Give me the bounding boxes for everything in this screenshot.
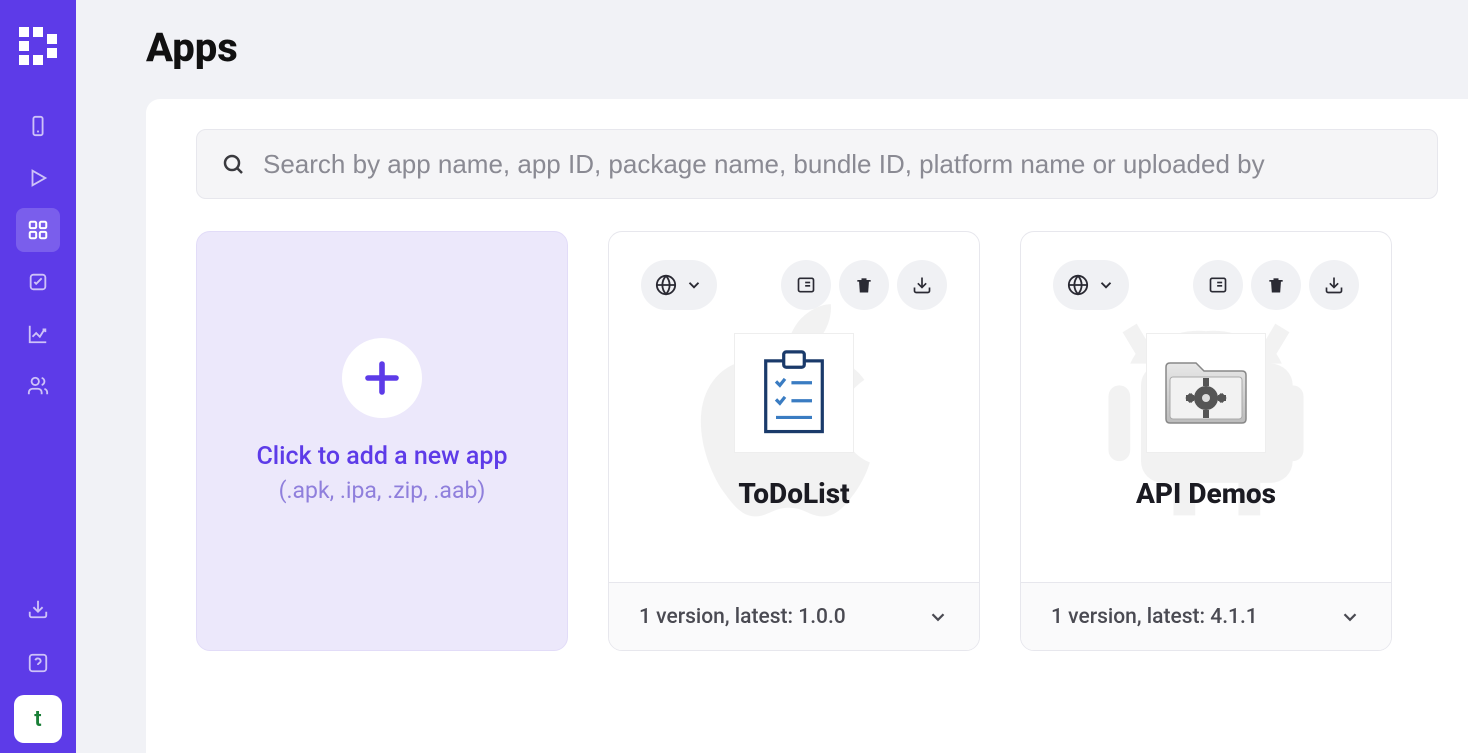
globe-icon (1067, 274, 1089, 296)
card-actions (1021, 260, 1391, 310)
nav-help[interactable] (16, 641, 60, 685)
phone-icon (27, 115, 49, 137)
bottom-nav: t (14, 587, 62, 743)
details-button[interactable] (781, 260, 831, 310)
delete-button[interactable] (839, 260, 889, 310)
globe-icon (655, 274, 677, 296)
nav-apps[interactable] (16, 208, 60, 252)
nav-items (16, 104, 60, 408)
chart-icon (27, 323, 49, 345)
version-footer[interactable]: 1 version, latest: 1.0.0 (609, 582, 979, 650)
visibility-button[interactable] (1053, 260, 1129, 310)
app-card-api-demos[interactable]: API Demos 1 version, latest: 4.1.1 (1020, 231, 1392, 651)
nav-downloads[interactable] (16, 587, 60, 631)
cards-grid: Click to add a new app (.apk, .ipa, .zip… (196, 231, 1438, 651)
plus-icon (358, 354, 406, 402)
download-button[interactable] (1309, 260, 1359, 310)
card-body: API Demos (1021, 232, 1391, 582)
logo[interactable] (16, 24, 60, 68)
version-text: 1 version, latest: 4.1.1 (1051, 605, 1258, 629)
details-button[interactable] (1193, 260, 1243, 310)
plus-circle (342, 338, 422, 418)
card-body: ToDoList (609, 232, 979, 582)
sidebar: t (0, 0, 76, 753)
list-icon (796, 275, 816, 295)
panel: Click to add a new app (.apk, .ipa, .zip… (146, 99, 1468, 753)
list-icon (1208, 275, 1228, 295)
search-bar[interactable] (196, 129, 1438, 199)
visibility-button[interactable] (641, 260, 717, 310)
nav-tests[interactable] (16, 260, 60, 304)
app-icon (734, 333, 854, 453)
grid-icon (27, 219, 49, 241)
users-icon (27, 375, 49, 397)
add-app-text: Click to add a new app (256, 442, 507, 471)
chevron-down-icon (927, 606, 949, 628)
chevron-down-icon (685, 276, 703, 294)
search-input[interactable] (263, 149, 1413, 180)
nav-analytics[interactable] (16, 312, 60, 356)
trash-icon (1266, 275, 1286, 295)
card-actions (609, 260, 979, 310)
download-icon (27, 598, 49, 620)
trash-icon (854, 275, 874, 295)
nav-team[interactable] (16, 364, 60, 408)
folder-gear-icon (1156, 353, 1256, 433)
chevron-down-icon (1097, 276, 1115, 294)
app-card-todolist[interactable]: ToDoList 1 version, latest: 1.0.0 (608, 231, 980, 651)
delete-button[interactable] (1251, 260, 1301, 310)
app-icon (1146, 333, 1266, 453)
app-name: ToDoList (738, 477, 849, 510)
avatar-initial: t (34, 707, 41, 732)
checklist-icon (27, 271, 49, 293)
chevron-down-icon (1339, 606, 1361, 628)
nav-devices[interactable] (16, 104, 60, 148)
main: Apps Click to add a new app (.apk, .ipa,… (76, 0, 1468, 753)
nav-run[interactable] (16, 156, 60, 200)
download-icon (912, 275, 932, 295)
add-app-hint: (.apk, .ipa, .zip, .aab) (279, 477, 486, 504)
avatar[interactable]: t (14, 695, 62, 743)
help-icon (27, 652, 49, 674)
app-name: API Demos (1136, 477, 1276, 510)
add-app-card[interactable]: Click to add a new app (.apk, .ipa, .zip… (196, 231, 568, 651)
download-icon (1324, 275, 1344, 295)
version-footer[interactable]: 1 version, latest: 4.1.1 (1021, 582, 1391, 650)
download-button[interactable] (897, 260, 947, 310)
play-icon (27, 167, 49, 189)
page-title: Apps (146, 24, 1468, 71)
clipboard-icon (754, 348, 834, 438)
search-icon (221, 152, 245, 176)
version-text: 1 version, latest: 1.0.0 (639, 605, 846, 629)
